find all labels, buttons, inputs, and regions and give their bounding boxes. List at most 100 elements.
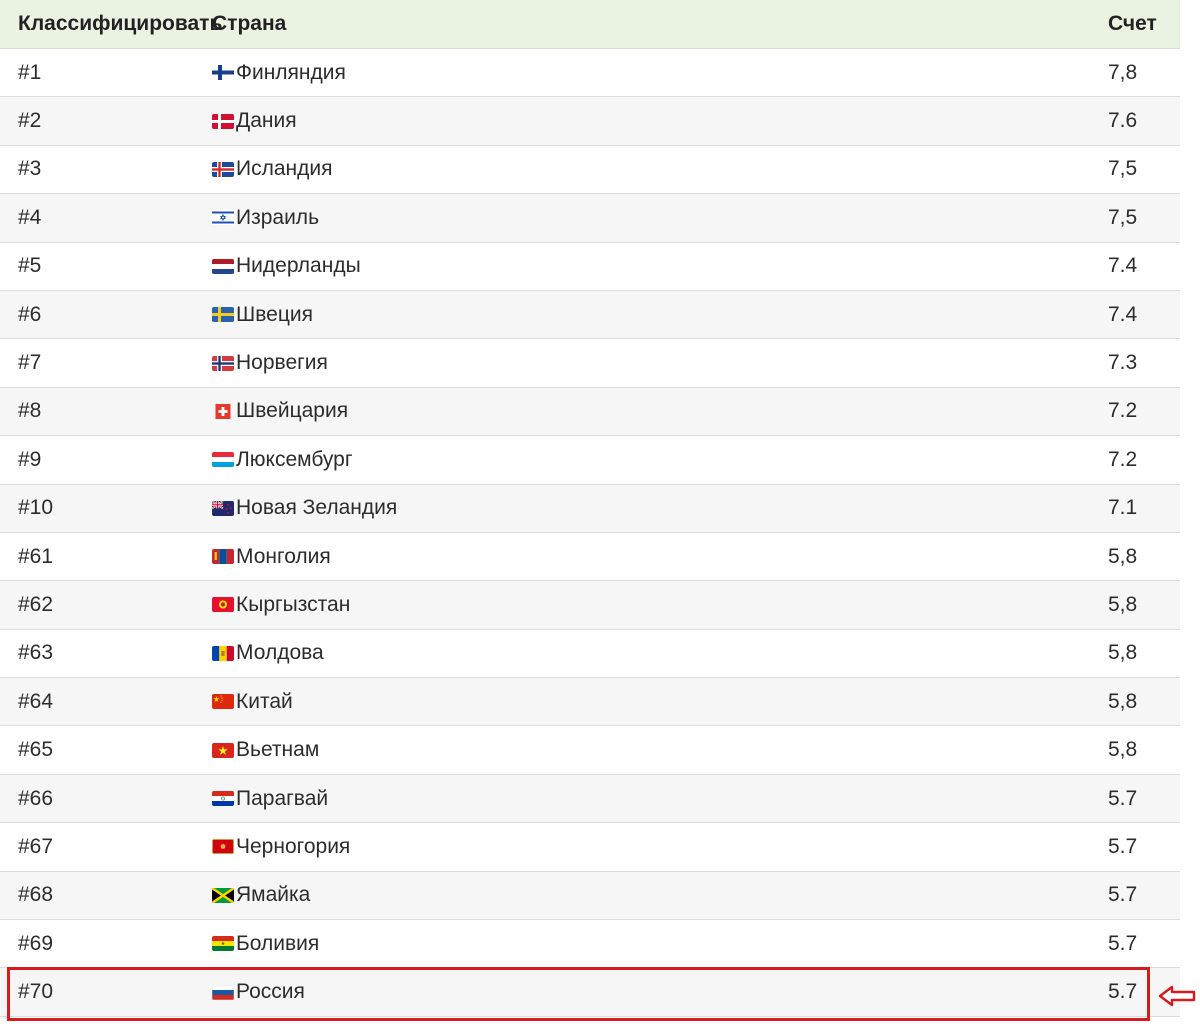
vietnam-flag xyxy=(212,742,234,758)
country-name: Кыргызстан xyxy=(236,592,351,616)
rank-cell: #70 xyxy=(18,980,54,1004)
netherlands-flag xyxy=(212,258,234,274)
country-cell: Черногория xyxy=(212,835,1108,859)
score-cell: 7.4 xyxy=(1108,254,1138,278)
country-name: Боливия xyxy=(236,931,320,955)
country-cell: Израиль xyxy=(212,206,1108,230)
table-row: #8 Швейцария 7.2 xyxy=(0,387,1180,437)
country-name: Дания xyxy=(236,109,297,133)
table-row: #66 Парагвай 5.7 xyxy=(0,774,1180,824)
rank-cell: #69 xyxy=(18,931,54,955)
table-row: #63 Молдова 5,8 xyxy=(0,629,1180,679)
country-cell: Молдова xyxy=(212,641,1108,665)
table-row: #6 Швеция 7.4 xyxy=(0,290,1180,340)
country-cell: Норвегия xyxy=(212,351,1108,375)
country-name: Исландия xyxy=(236,157,333,181)
score-cell: 5,8 xyxy=(1108,689,1138,713)
country-cell: Парагвай xyxy=(212,787,1108,811)
iceland-flag xyxy=(212,161,234,177)
country-name: Норвегия xyxy=(236,351,328,375)
table-row: #10 Новая Зеландия 7.1 xyxy=(0,484,1180,533)
country-column-header[interactable]: Страна xyxy=(212,12,1108,36)
table-row: #7 Норвегия 7.3 xyxy=(0,339,1180,388)
country-name: Швеция xyxy=(236,302,313,326)
luxembourg-flag xyxy=(212,452,234,468)
table-row: #9 Люксембург 7.2 xyxy=(0,436,1180,485)
rank-cell: #66 xyxy=(18,786,54,810)
denmark-flag xyxy=(212,113,234,129)
country-cell: Россия xyxy=(212,980,1108,1004)
country-cell: Финляндия xyxy=(212,61,1108,85)
country-name: Россия xyxy=(236,980,305,1004)
score-cell: 7.2 xyxy=(1108,399,1138,423)
country-cell: Люксембург xyxy=(212,448,1108,472)
score-cell: 7.6 xyxy=(1108,109,1138,133)
sweden-flag xyxy=(212,307,234,323)
table-row: #61 Монголия 5,8 xyxy=(0,532,1180,582)
rank-cell: #2 xyxy=(18,109,42,133)
country-name: Китай xyxy=(236,689,293,713)
rank-cell: #5 xyxy=(18,254,42,278)
rank-cell: #7 xyxy=(18,351,42,375)
score-cell: 5.7 xyxy=(1108,786,1138,810)
score-cell: 7,5 xyxy=(1108,157,1138,181)
rank-cell: #9 xyxy=(18,447,42,471)
country-cell: Монголия xyxy=(212,545,1108,569)
paraguay-flag xyxy=(212,791,234,807)
rank-cell: #63 xyxy=(18,641,54,665)
score-cell: 7.2 xyxy=(1108,447,1138,471)
country-name: Парагвай xyxy=(236,786,329,810)
country-cell: Исландия xyxy=(212,157,1108,181)
rank-cell: #61 xyxy=(18,544,54,568)
moldova-flag xyxy=(212,645,234,661)
rank-cell: #65 xyxy=(18,738,54,762)
rank-cell: #8 xyxy=(18,399,42,423)
table-row: #62 Кыргызстан 5,8 xyxy=(0,581,1180,630)
country-name: Швейцария xyxy=(236,399,349,423)
country-name: Вьетнам xyxy=(236,738,320,762)
country-name: Финляндия xyxy=(236,60,346,84)
table-row: #67 Черногория 5.7 xyxy=(0,823,1180,872)
rank-cell: #3 xyxy=(18,157,42,181)
score-cell: 5.7 xyxy=(1108,834,1138,858)
table-row: #5 Нидерланды 7.4 xyxy=(0,242,1180,291)
country-name: Молдова xyxy=(236,641,324,665)
score-cell: 7,5 xyxy=(1108,205,1138,229)
country-cell: Боливия xyxy=(212,932,1108,956)
country-cell: Ямайка xyxy=(212,883,1108,907)
bolivia-flag xyxy=(212,936,234,952)
rank-column-header[interactable]: Классифицировать xyxy=(0,12,222,36)
country-cell: Кыргызстан xyxy=(212,593,1108,617)
score-cell: 7.3 xyxy=(1108,351,1138,375)
score-cell: 7.1 xyxy=(1108,496,1138,520)
mongolia-flag xyxy=(212,549,234,565)
table-row: #70 Россия 5.7 xyxy=(0,968,1180,1017)
country-name: Черногория xyxy=(236,834,351,858)
switzerland-flag xyxy=(212,403,234,419)
country-cell: Швейцария xyxy=(212,399,1108,423)
score-cell: 5,8 xyxy=(1108,544,1138,568)
table-row: #2 Дания 7.6 xyxy=(0,97,1180,146)
table-body: #1 Финляндия 7,8 #2 Дания 7.6 #3 Исландия 7,5 #4 И… xyxy=(0,49,1180,1017)
score-cell: 5,8 xyxy=(1108,738,1138,762)
finland-flag xyxy=(212,65,234,81)
china-flag xyxy=(212,694,234,710)
kyrgyzstan-flag xyxy=(212,597,234,613)
country-name: Ямайка xyxy=(236,883,311,907)
table-header: Классифицировать Страна Счет xyxy=(0,0,1180,49)
country-cell: Новая Зеландия xyxy=(212,496,1108,520)
russia-flag xyxy=(212,984,234,1000)
score-column-header[interactable]: Счет xyxy=(1108,12,1180,36)
norway-flag xyxy=(212,355,234,371)
israel-flag xyxy=(212,210,234,226)
country-name: Люксембург xyxy=(236,447,353,471)
table-row: #4 Израиль 7,5 xyxy=(0,194,1180,243)
country-name: Новая Зеландия xyxy=(236,496,398,520)
table-row: #68 Ямайка 5.7 xyxy=(0,871,1180,921)
country-cell: Китай xyxy=(212,690,1108,714)
left-arrow-icon xyxy=(1158,985,1196,1007)
rank-cell: #6 xyxy=(18,302,42,326)
rank-cell: #1 xyxy=(18,60,42,84)
country-name: Монголия xyxy=(236,544,331,568)
country-cell: Швеция xyxy=(212,303,1108,327)
